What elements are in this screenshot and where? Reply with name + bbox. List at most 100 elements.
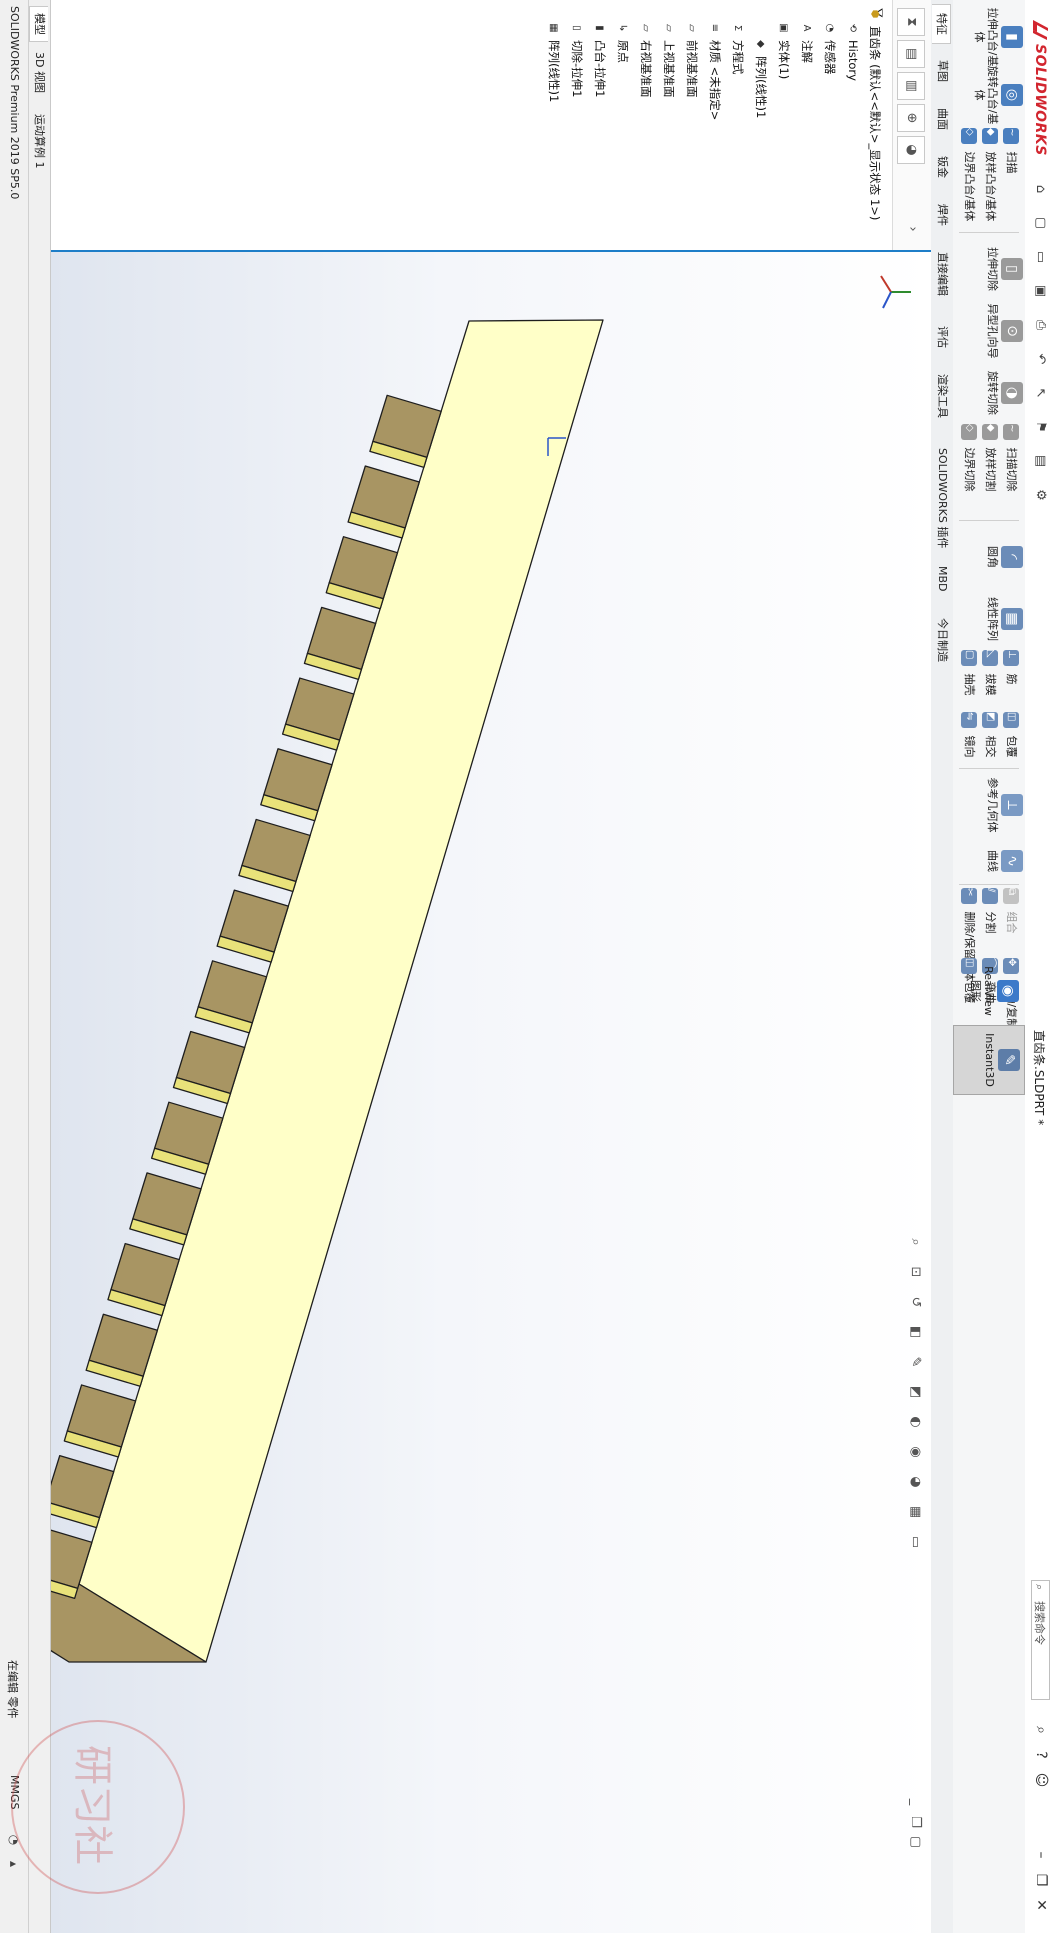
tab-1[interactable]: 草图 — [933, 52, 951, 90]
view-minimize-icon[interactable]: _ — [905, 1792, 925, 1812]
close-button[interactable]: ✕ — [1031, 1895, 1051, 1915]
configuration-manager-icon[interactable]: ▥ — [897, 72, 925, 100]
revolve-boss-button[interactable]: ◎ 旋转凸台/基体 — [961, 64, 1025, 126]
boundary-boss-button[interactable]: ◇ 边界凸台/基体 — [957, 128, 977, 221]
tree-item[interactable]: Σ 方程式 — [730, 20, 746, 75]
rib-button[interactable]: ⊥ 筋 — [999, 650, 1019, 685]
revolve-cut-button[interactable]: ◑ 旋转切除 — [961, 362, 1025, 424]
rebuild-icon[interactable]: ⚑ — [1031, 418, 1049, 436]
combine-button[interactable]: ⧉ 组合 — [999, 888, 1019, 934]
tab-10[interactable]: 今日制造 — [933, 610, 951, 670]
model-tab-0[interactable]: 模型 — [29, 6, 48, 42]
model-tab-2[interactable]: 运动算例 1 — [30, 108, 48, 175]
view-restore-icon[interactable]: ❐ — [905, 1812, 925, 1832]
tree-item[interactable]: ⟲ History — [845, 20, 861, 81]
tree-item[interactable]: ≡ 材质 <未指定> — [707, 20, 723, 121]
home-icon[interactable]: ⌂ — [1031, 180, 1049, 198]
loft-button[interactable]: ◆ 放样凸台/基体 — [978, 128, 998, 221]
section-view-icon[interactable]: ◧ — [905, 1322, 925, 1342]
instant3d-button[interactable]: ✎ Instant3D — [953, 1025, 1025, 1095]
model-tab-1[interactable]: 3D 视图 — [30, 46, 48, 99]
ribbon-separator — [959, 768, 1019, 769]
dimxpert-icon[interactable]: ⊕ — [897, 104, 925, 132]
tree-item[interactable]: ◔ 传感器 — [822, 20, 838, 75]
mirror-button[interactable]: ⇋ 镜向 — [957, 712, 977, 758]
model-view[interactable] — [51, 252, 931, 1933]
minimize-button[interactable]: – — [1031, 1845, 1051, 1865]
tree-item[interactable]: ▱ 上视基准面 — [661, 20, 677, 97]
tab-8[interactable]: SOLIDWORKS 插件 — [933, 440, 951, 556]
tab-0[interactable]: 特征 — [932, 4, 951, 44]
tree-item[interactable]: ▣ 实体(1) — [776, 20, 792, 79]
zoom-to-fit-icon[interactable]: ⌕ — [905, 1232, 925, 1252]
search-placeholder: 搜索命令 — [1033, 1601, 1046, 1645]
restore-button[interactable]: ❐ — [1031, 1870, 1051, 1890]
search-commands-input[interactable]: ⌕ 搜索命令 — [1031, 1580, 1050, 1700]
view-triad[interactable] — [867, 266, 917, 316]
edit-appearance-icon[interactable]: ◕ — [905, 1472, 925, 1492]
print-icon[interactable]: ⎙ — [1031, 316, 1049, 334]
tab-7[interactable]: 渲染工具 — [933, 366, 951, 426]
tab-6[interactable]: 评估 — [933, 318, 951, 356]
extrude-cut-button[interactable]: ▯ 拉伸切除 — [961, 238, 1025, 300]
zoom-area-icon[interactable]: ⊡ — [905, 1262, 925, 1282]
shell-button[interactable]: ▢ 抽壳 — [957, 650, 977, 696]
feature-tree-icon[interactable]: ⧗ — [897, 8, 925, 36]
view-orientation-icon[interactable]: ◩ — [905, 1382, 925, 1402]
tree-item[interactable]: ▯ 切除-拉伸1 — [569, 20, 585, 97]
user-icon[interactable]: ☺ — [1031, 1770, 1051, 1790]
previous-view-icon[interactable]: ↺ — [905, 1292, 925, 1312]
chevron-right-icon[interactable]: › — [899, 216, 925, 242]
intersect-button[interactable]: ◩ 相交 — [978, 712, 998, 758]
options-icon[interactable]: ⚙ — [1031, 486, 1049, 504]
save-icon[interactable]: ▣ — [1031, 282, 1049, 300]
tree-item[interactable]: ◆ 阵列(线性)1 — [753, 36, 769, 118]
tree-item[interactable]: ↳ 原点 — [615, 20, 631, 63]
tree-item[interactable]: A 注解 — [799, 20, 815, 63]
tree-item[interactable]: ▮ 凸台-拉伸1 — [592, 20, 608, 97]
curves-button[interactable]: ∿ 曲线 — [961, 830, 1025, 892]
tree-item[interactable]: ▱ 前视基准面 — [684, 20, 700, 97]
linear-pattern-button[interactable]: ▦ 线性阵列 — [961, 588, 1025, 650]
tree-root[interactable]: ⬢直齿条 (默认<<默认>_显示状态 1>) — [867, 6, 883, 221]
tree-item-label: 传感器 — [823, 40, 837, 75]
solidworks-logo[interactable]: SOLIDWORKS — [1029, 18, 1051, 156]
tab-3[interactable]: 钣金 — [933, 148, 951, 186]
custom-units-icon[interactable]: ▴ — [4, 1854, 24, 1874]
tab-4[interactable]: 焊件 — [933, 196, 951, 234]
loft-cut-button[interactable]: ◆ 放样切割 — [978, 424, 998, 492]
tree-item[interactable]: ▱ 右视基准面 — [638, 20, 654, 97]
boundary-cut-button[interactable]: ◇ 边界切除 — [957, 424, 977, 492]
hole-wizard-button[interactable]: ⊙ 异型孔向导 — [961, 300, 1025, 362]
reference-geometry-button[interactable]: ⟂ 参考几何体 — [961, 774, 1025, 836]
graphics-area[interactable]: ⌕ ⊡ ↺ ◧ ✎ ◩ ◐ ◉ ◕ ▦ ▭ _ ❐ ▢ — [51, 252, 931, 1933]
tree-item[interactable]: ▦ 阵列(线性)1 — [546, 20, 562, 102]
shell-icon: ▢ — [961, 650, 977, 666]
hide-show-icon[interactable]: ◉ — [905, 1442, 925, 1462]
search-icon[interactable]: ⌕ — [1031, 1720, 1051, 1740]
property-manager-icon[interactable]: ▤ — [897, 40, 925, 68]
split-button[interactable]: ⫽ 分割 — [978, 888, 998, 934]
open-icon[interactable]: ▭ — [1031, 248, 1049, 266]
realview-button[interactable]: ◉ RealView 图形 — [957, 960, 1021, 1022]
undo-icon[interactable]: ↶ — [1031, 350, 1049, 368]
apply-scene-icon[interactable]: ▦ — [905, 1502, 925, 1522]
help-icon[interactable]: ? — [1031, 1745, 1051, 1765]
tab-2[interactable]: 曲面 — [933, 100, 951, 138]
display-style-icon[interactable]: ◐ — [905, 1412, 925, 1432]
view-maximize-icon[interactable]: ▢ — [905, 1832, 925, 1852]
view-settings-icon[interactable]: ▭ — [905, 1532, 925, 1552]
wrap-button[interactable]: ◫ 包覆 — [999, 712, 1019, 758]
fillet-button[interactable]: ◜ 圆角 — [961, 526, 1025, 588]
display-manager-icon[interactable]: ◕ — [897, 136, 925, 164]
draft-button[interactable]: ◺ 拔模 — [978, 650, 998, 696]
sweep-button[interactable]: ~ 扫描 — [999, 128, 1019, 174]
select-icon[interactable]: ↖ — [1031, 384, 1049, 402]
tab-5[interactable]: 直接编辑 — [933, 244, 951, 304]
dynamic-annotation-icon[interactable]: ✎ — [905, 1352, 925, 1372]
sweep-cut-button[interactable]: ~ 扫描切除 — [999, 424, 1019, 492]
file-properties-icon[interactable]: ▤ — [1031, 452, 1049, 470]
new-icon[interactable]: ▢ — [1031, 214, 1049, 232]
extrude-boss-button[interactable]: ▮ 拉伸凸台/基体 — [961, 6, 1025, 68]
tab-9[interactable]: MBD — [933, 558, 951, 600]
